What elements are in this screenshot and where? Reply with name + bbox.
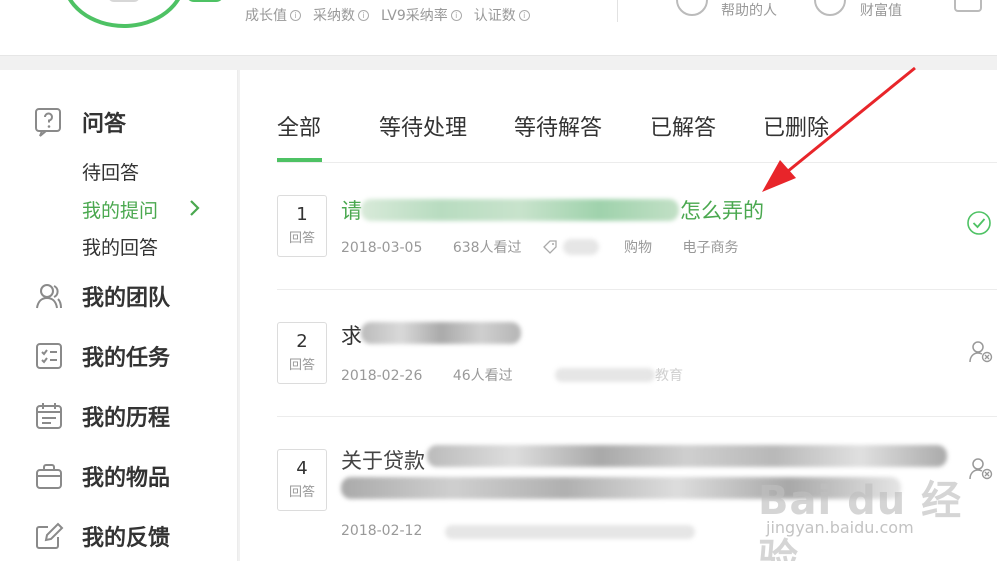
baidu-watermark: Bai du 经验 jingyan.baidu.com — [758, 468, 997, 561]
watermark-url: jingyan.baidu.com — [766, 518, 914, 537]
watermark-logo: Bai du 经验 — [758, 478, 963, 561]
